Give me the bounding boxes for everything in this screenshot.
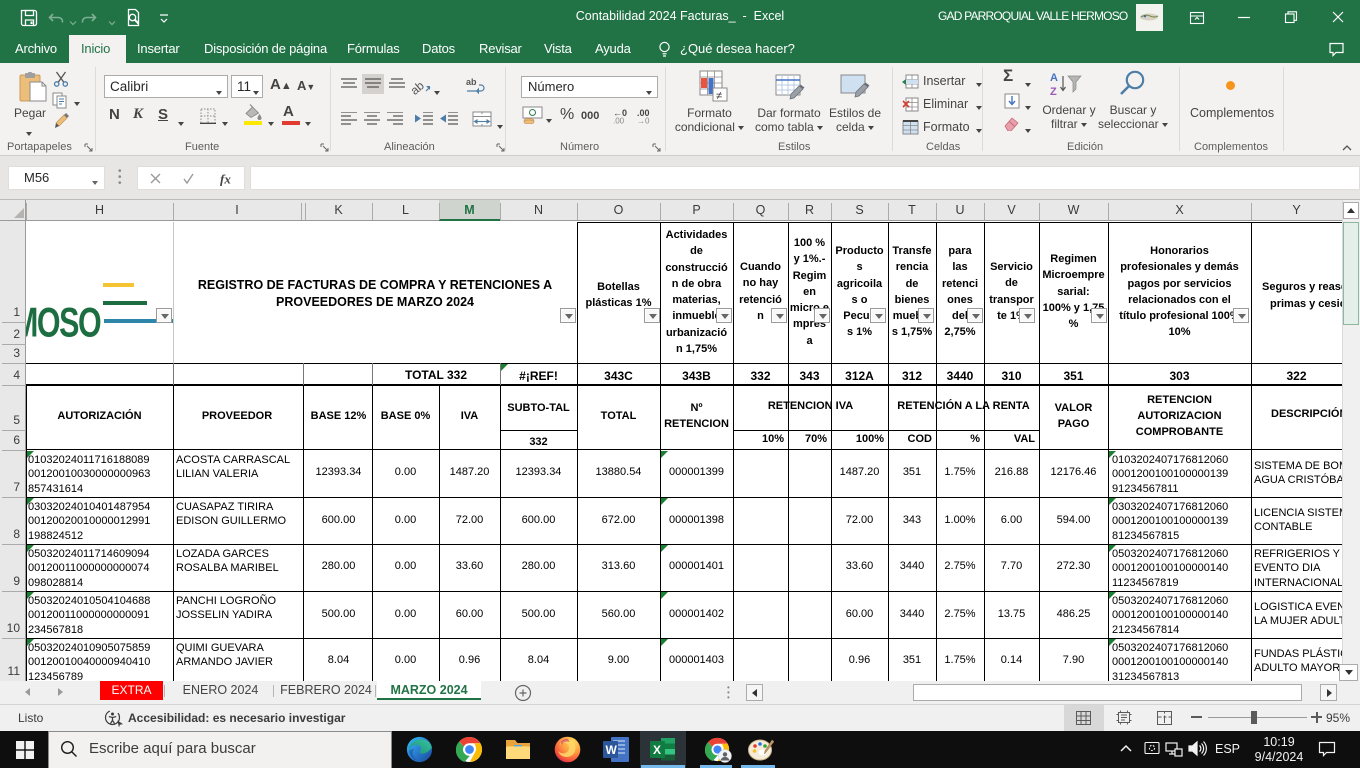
svg-text:.00: .00 <box>613 117 625 125</box>
svg-text:ab: ab <box>412 78 427 96</box>
svg-text:Z: Z <box>1050 86 1057 98</box>
svg-text:W: W <box>606 743 618 757</box>
svg-text:ab: ab <box>466 77 477 87</box>
svg-text:A: A <box>1050 72 1058 84</box>
svg-text:fx: fx <box>220 172 231 187</box>
svg-text:→0: →0 <box>637 117 650 125</box>
svg-text:X: X <box>653 743 661 757</box>
svg-text:≠: ≠ <box>716 90 722 102</box>
